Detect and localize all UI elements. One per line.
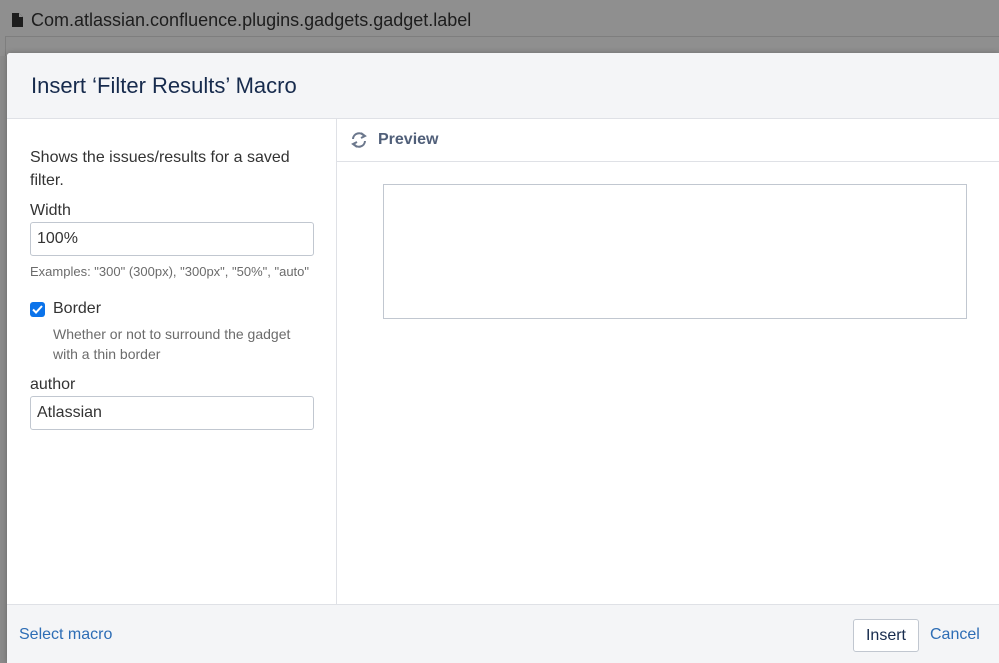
background-page-title: Com.atlassian.confluence.plugins.gadgets… [12,8,471,32]
macro-dialog: Insert ‘Filter Results’ Macro Shows the … [7,53,999,663]
border-checkbox[interactable] [30,301,45,317]
macro-description: Shows the issues/results for a saved fil… [30,149,290,189]
preview-frame [383,184,967,319]
dialog-footer: Select macro Insert Cancel [7,604,999,663]
select-macro-link[interactable]: Select macro [19,626,112,644]
width-input[interactable] [30,222,314,256]
cancel-link[interactable]: Cancel [930,626,980,644]
checkmark-icon [32,304,43,314]
macro-parameters-panel: Shows the issues/results for a saved fil… [7,119,337,604]
author-label: author [30,376,76,393]
document-icon [12,13,23,27]
dialog-header: Insert ‘Filter Results’ Macro [7,53,999,119]
width-label: Width [30,202,71,219]
refresh-icon[interactable] [350,131,368,149]
border-label: Border [53,300,102,317]
preview-header[interactable]: Preview [337,119,999,162]
author-field: author [30,376,314,430]
background-edge [0,56,7,663]
border-checkbox-row[interactable]: Border [30,300,313,318]
preview-panel: Preview [337,119,999,604]
author-input[interactable] [30,396,314,430]
dialog-body: Shows the issues/results for a saved fil… [7,119,999,604]
preview-label: Preview [378,131,439,148]
dialog-title: Insert ‘Filter Results’ Macro [31,72,297,98]
border-description: Whether or not to surround the gadget wi… [53,326,291,362]
width-hint: Examples: "300" (300px), "300px", "50%",… [30,264,310,279]
background-title-text: Com.atlassian.confluence.plugins.gadgets… [31,9,472,30]
insert-button[interactable]: Insert [853,619,919,652]
